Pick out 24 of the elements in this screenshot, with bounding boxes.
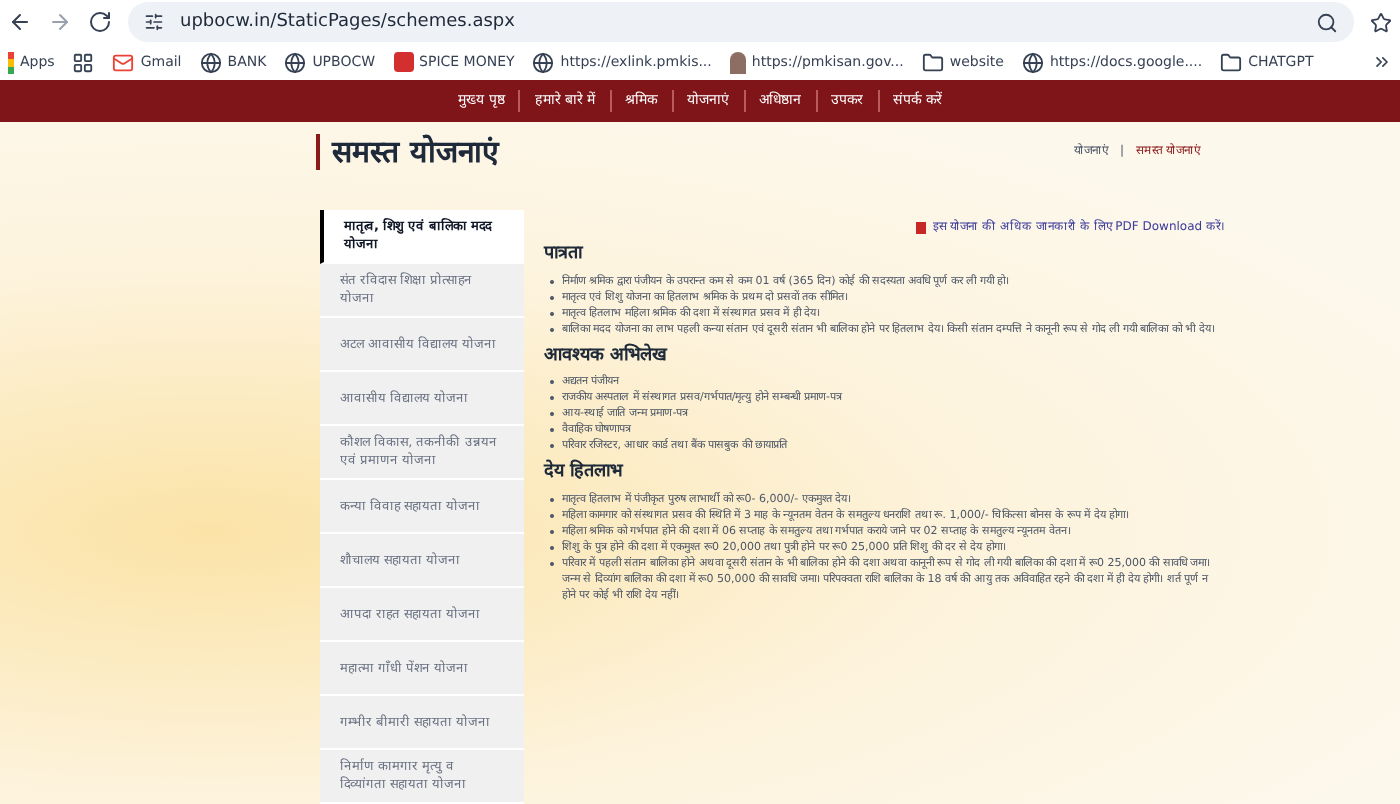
apps-icon — [8, 51, 14, 74]
globe-icon — [1021, 51, 1044, 74]
section-heading: आवश्यक अभिलेख — [544, 343, 670, 369]
reload-icon[interactable] — [88, 10, 112, 35]
search-icon[interactable] — [1316, 11, 1338, 34]
back-icon[interactable] — [8, 10, 32, 35]
address-bar[interactable]: upbocw.in/StaticPages/schemes.aspx — [128, 2, 1354, 43]
bookmark[interactable] — [72, 51, 95, 74]
forward-icon[interactable] — [48, 10, 72, 35]
section-heading: पात्रता — [544, 242, 586, 268]
section-heading: देय हितलाभ — [544, 460, 626, 486]
page-title: समस्त योजनाएं — [316, 133, 499, 169]
mail-icon — [112, 51, 135, 74]
star-icon[interactable] — [1370, 11, 1392, 34]
folder-icon — [1220, 51, 1243, 74]
pdf-icon — [916, 221, 927, 233]
globe-icon — [284, 51, 307, 74]
globe-icon — [199, 51, 222, 74]
folder-icon — [921, 51, 944, 74]
more-bookmarks-icon[interactable] — [1372, 52, 1392, 73]
grid-icon — [72, 51, 95, 74]
url-text: upbocw.in/StaticPages/schemes.aspx — [180, 9, 515, 36]
site-info-icon — [144, 12, 164, 33]
globe-icon — [532, 51, 555, 74]
